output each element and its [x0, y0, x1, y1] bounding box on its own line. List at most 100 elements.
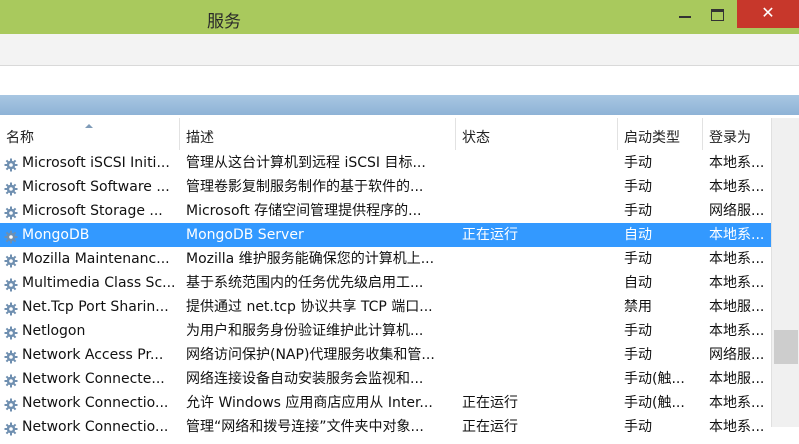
scrollbar-thumb[interactable]	[774, 330, 798, 364]
window-title: 服务	[207, 12, 241, 32]
service-startup-type: 手动	[624, 179, 652, 195]
table-row[interactable]: Multimedia Class Sc... 基于系统范围内的任务优先级启用工..…	[0, 271, 771, 295]
service-description: 管理从这台计算机到远程 iSCSI 目标...	[186, 155, 426, 171]
table-row[interactable]: Microsoft Storage ... Microsoft 存储空间管理提供程…	[0, 199, 771, 223]
service-log-on-as: 网络服...	[709, 203, 765, 219]
service-startup-type: 手动	[624, 347, 652, 363]
service-name: Netlogon	[22, 323, 86, 339]
service-startup-type: 手动	[624, 323, 652, 339]
service-status	[462, 175, 612, 199]
service-name: MongoDB	[22, 227, 90, 243]
table-row[interactable]: Mozilla Maintenanc... Mozilla 维护服务能确保您的计算…	[0, 247, 771, 271]
gear-icon	[4, 204, 18, 220]
service-name: Microsoft iSCSI Initi...	[22, 155, 170, 171]
service-status: 正在运行	[462, 395, 518, 411]
table-row[interactable]: Network Connectio... 管理“网络和拨号连接”文件夹中对象...…	[0, 415, 771, 439]
toolbar	[0, 66, 799, 95]
service-name: Multimedia Class Sc...	[22, 275, 176, 291]
service-name: Network Connectio...	[22, 395, 169, 411]
service-log-on-as: 本地系...	[709, 419, 765, 435]
service-startup-type: 手动(触...	[624, 371, 685, 387]
column-header-description[interactable]: 描述	[180, 118, 456, 150]
table-row[interactable]: Network Connectio... 允许 Windows 应用商店应用从 I…	[0, 391, 771, 415]
service-startup-type: 手动(触...	[624, 395, 685, 411]
service-log-on-as: 网络服...	[709, 347, 765, 363]
gear-icon	[4, 180, 18, 196]
service-status	[462, 295, 612, 319]
table-row[interactable]: MongoDB MongoDB Server 正在运行 自动 本地系...	[0, 223, 771, 247]
service-log-on-as: 本地系...	[709, 155, 765, 171]
close-button[interactable]: ✕	[737, 0, 799, 28]
service-status: 正在运行	[462, 419, 518, 435]
gear-icon	[4, 420, 18, 436]
service-status	[462, 367, 612, 391]
service-log-on-as: 本地系...	[709, 179, 765, 195]
service-log-on-as: 本地系...	[709, 323, 765, 339]
column-header-name[interactable]: 名称	[0, 118, 180, 150]
service-startup-type: 自动	[624, 275, 652, 291]
service-startup-type: 手动	[624, 203, 652, 219]
service-log-on-as: 本地系...	[709, 227, 765, 243]
gear-icon	[4, 348, 18, 364]
service-description: 管理卷影复制服务制作的基于软件的...	[186, 179, 424, 195]
menu-bar	[0, 34, 799, 66]
gear-icon	[4, 324, 18, 340]
table-row[interactable]: Microsoft Software ... 管理卷影复制服务制作的基于软件的..…	[0, 175, 771, 199]
service-log-on-as: 本地服...	[709, 371, 765, 387]
column-header-startup-type[interactable]: 启动类型	[618, 118, 703, 150]
gear-icon	[4, 300, 18, 316]
vertical-scrollbar[interactable]	[771, 118, 799, 427]
service-description: 管理“网络和拨号连接”文件夹中对象...	[186, 419, 424, 435]
service-log-on-as: 本地系...	[709, 251, 765, 267]
service-status	[462, 271, 612, 295]
service-name: Network Access Pr...	[22, 347, 164, 363]
gear-icon	[4, 156, 18, 172]
service-name: Net.Tcp Port Sharin...	[22, 299, 169, 315]
services-list: Microsoft iSCSI Initi... 管理从这台计算机到远程 iSCS…	[0, 151, 771, 439]
service-name: Network Connecte...	[22, 371, 165, 387]
service-description: 为用户和服务身份验证维护此计算机...	[186, 323, 424, 339]
table-row[interactable]: Net.Tcp Port Sharin... 提供通过 net.tcp 协议共享 …	[0, 295, 771, 319]
column-header-log-on-as[interactable]: 登录为	[703, 118, 771, 150]
service-description: 提供通过 net.tcp 协议共享 TCP 端口...	[186, 299, 433, 315]
table-row[interactable]: Netlogon 为用户和服务身份验证维护此计算机... 手动 本地系...	[0, 319, 771, 343]
service-description: MongoDB Server	[186, 227, 304, 243]
title-bar: 服务 ✕	[0, 0, 799, 34]
service-log-on-as: 本地系...	[709, 275, 765, 291]
service-log-on-as: 本地系...	[709, 395, 765, 411]
gear-icon	[4, 276, 18, 292]
service-status	[462, 199, 612, 223]
service-description: Mozilla 维护服务能确保您的计算机上...	[186, 251, 435, 267]
gear-icon	[4, 252, 18, 268]
service-name: Mozilla Maintenanc...	[22, 251, 170, 267]
service-description: 网络连接设备自动安装服务会监视和...	[186, 371, 424, 387]
service-status	[462, 247, 612, 271]
service-status	[462, 343, 612, 367]
sort-ascending-icon	[85, 124, 93, 128]
gear-icon	[4, 372, 18, 388]
service-log-on-as: 本地服...	[709, 299, 765, 315]
service-status	[462, 319, 612, 343]
minimize-button[interactable]	[670, 0, 700, 28]
gear-icon	[4, 228, 18, 244]
service-startup-type: 手动	[624, 155, 652, 171]
service-status: 正在运行	[462, 227, 518, 243]
service-startup-type: 手动	[624, 419, 652, 435]
table-row[interactable]: Network Access Pr... 网络访问保护(NAP)代理服务收集和管.…	[0, 343, 771, 367]
column-header-status[interactable]: 状态	[456, 118, 618, 150]
service-description: 允许 Windows 应用商店应用从 Inter...	[186, 395, 433, 411]
service-status	[462, 151, 612, 175]
service-startup-type: 自动	[624, 227, 652, 243]
service-description: 网络访问保护(NAP)代理服务收集和管...	[186, 347, 435, 363]
service-name: Microsoft Storage ...	[22, 203, 163, 219]
gear-icon	[4, 396, 18, 412]
table-row[interactable]: Network Connecte... 网络连接设备自动安装服务会监视和... 手动…	[0, 367, 771, 391]
table-header: 名称 描述 状态 启动类型 登录为	[0, 118, 771, 150]
maximize-button[interactable]	[703, 0, 733, 28]
close-icon: ✕	[761, 3, 775, 22]
service-startup-type: 手动	[624, 251, 652, 267]
table-row[interactable]: Microsoft iSCSI Initi... 管理从这台计算机到远程 iSCS…	[0, 151, 771, 175]
service-name: Network Connectio...	[22, 419, 169, 435]
service-description: 基于系统范围内的任务优先级启用工...	[186, 275, 424, 291]
service-name: Microsoft Software ...	[22, 179, 170, 195]
